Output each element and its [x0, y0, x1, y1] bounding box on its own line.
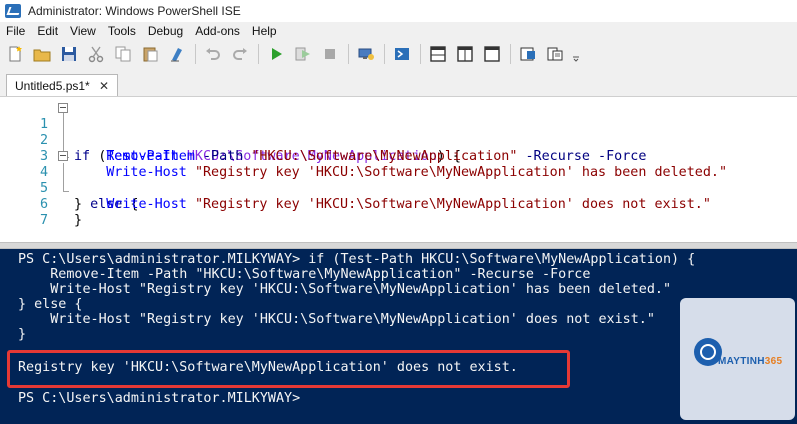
- collapse-icon[interactable]: [58, 151, 68, 161]
- toolbar-separator: [510, 44, 511, 64]
- toolbar-separator: [348, 44, 349, 64]
- console-line: Write-Host "Registry key 'HKCU:\Software…: [18, 312, 655, 327]
- layout-max-icon[interactable]: [481, 43, 503, 65]
- code-token: }: [74, 213, 83, 228]
- remote-icon[interactable]: [355, 43, 377, 65]
- close-icon[interactable]: ✕: [99, 79, 109, 93]
- code-line: 2 Remove-Item -Path "HKCU:\Software\MyNe…: [0, 117, 646, 164]
- code-line: 5 Write-Host "Registry key 'HKCU:\Softwa…: [0, 165, 711, 212]
- code-text: Write-Host "Registry key 'HKCU:\Software…: [74, 165, 727, 181]
- fold-guide-end: [63, 191, 69, 192]
- show-command-icon[interactable]: [517, 43, 539, 65]
- menu-view[interactable]: View: [64, 24, 102, 38]
- code-token: "Registry key 'HKCU:\Software\MyNewAppli…: [194, 197, 711, 212]
- console-line: } else {: [18, 297, 83, 312]
- menu-debug[interactable]: Debug: [142, 24, 189, 38]
- powershell-ise-icon: [5, 4, 21, 18]
- run-icon[interactable]: [265, 43, 287, 65]
- fold-guide: [63, 163, 64, 191]
- redo-icon[interactable]: [229, 43, 251, 65]
- window-title: Administrator: Windows PowerShell ISE: [28, 4, 241, 18]
- code-token: Write-Host: [74, 197, 187, 212]
- code-text: }: [74, 213, 82, 229]
- console-line: }: [18, 327, 27, 342]
- code-token: Remove-Item: [74, 149, 195, 164]
- undo-icon[interactable]: [202, 43, 224, 65]
- code-token: -Recurse: [525, 149, 590, 164]
- code-token: Write-Host: [74, 165, 187, 180]
- code-line: 1 if (Test-Path HKCU:\Software\MyNewAppl…: [0, 101, 461, 164]
- console-line: Remove-Item -Path "HKCU:\Software\MyNewA…: [18, 267, 591, 282]
- open-folder-icon[interactable]: [31, 43, 53, 65]
- menu-edit[interactable]: Edit: [31, 24, 64, 38]
- script-editor[interactable]: 1 if (Test-Path HKCU:\Software\MyNewAppl…: [0, 96, 797, 243]
- console-line: PS C:\Users\administrator.MILKYWAY> if (…: [18, 252, 696, 267]
- line-number: 7: [39, 213, 48, 228]
- paste-icon[interactable]: [139, 43, 161, 65]
- new-file-icon[interactable]: [4, 43, 26, 65]
- menu-file[interactable]: File: [0, 24, 31, 38]
- layout-right-icon[interactable]: [454, 43, 476, 65]
- toolbar-separator: [384, 44, 385, 64]
- collapse-icon[interactable]: [58, 103, 68, 113]
- code-text: Write-Host "Registry key 'HKCU:\Software…: [74, 197, 711, 213]
- snippets-icon[interactable]: [544, 43, 566, 65]
- menu-bar: File Edit View Tools Debug Add-ons Help: [0, 22, 797, 40]
- save-icon[interactable]: [58, 43, 80, 65]
- powershell-icon[interactable]: [391, 43, 413, 65]
- cut-icon[interactable]: [85, 43, 107, 65]
- code-line: 7: [0, 197, 48, 228]
- chevron-down-icon[interactable]: [571, 43, 581, 65]
- toolbar-separator: [195, 44, 196, 64]
- layout-top-icon[interactable]: [427, 43, 449, 65]
- tab-untitled5[interactable]: Untitled5.ps1* ✕: [6, 74, 118, 96]
- code-line: 4 } else {: [0, 149, 139, 212]
- stop-icon[interactable]: [319, 43, 341, 65]
- highlight-box: [7, 350, 570, 388]
- tab-strip: Untitled5.ps1* ✕: [0, 68, 797, 96]
- menu-addons[interactable]: Add-ons: [189, 24, 246, 38]
- watermark: MAYTINH365: [680, 298, 795, 420]
- code-text: Remove-Item -Path "HKCU:\Software\MyNewA…: [74, 149, 646, 165]
- code-token: -Path: [203, 149, 244, 164]
- pane-splitter[interactable]: [0, 242, 797, 249]
- run-selection-icon[interactable]: [292, 43, 314, 65]
- toolbar-separator: [420, 44, 421, 64]
- code-line: 3 Write-Host "Registry key 'HKCU:\Softwa…: [0, 133, 727, 180]
- console-prompt: PS C:\Users\administrator.MILKYWAY>: [18, 391, 301, 406]
- code-token: "Registry key 'HKCU:\Software\MyNewAppli…: [194, 165, 728, 180]
- menu-tools[interactable]: Tools: [102, 24, 142, 38]
- toolbar: [0, 40, 797, 68]
- tab-label: Untitled5.ps1*: [15, 78, 90, 93]
- title-bar: Administrator: Windows PowerShell ISE: [0, 0, 797, 22]
- clear-icon[interactable]: [166, 43, 188, 65]
- copy-icon[interactable]: [112, 43, 134, 65]
- code-token: "HKCU:\Software\MyNewApplication": [251, 149, 518, 164]
- code-token: -Force: [598, 149, 647, 164]
- menu-help[interactable]: Help: [246, 24, 283, 38]
- watermark-brand: MAYTINH365: [718, 356, 783, 367]
- code-line: 6 }: [0, 181, 82, 228]
- console-pane[interactable]: PS C:\Users\administrator.MILKYWAY> if (…: [0, 249, 797, 424]
- toolbar-separator: [258, 44, 259, 64]
- console-line: Write-Host "Registry key 'HKCU:\Software…: [18, 282, 672, 297]
